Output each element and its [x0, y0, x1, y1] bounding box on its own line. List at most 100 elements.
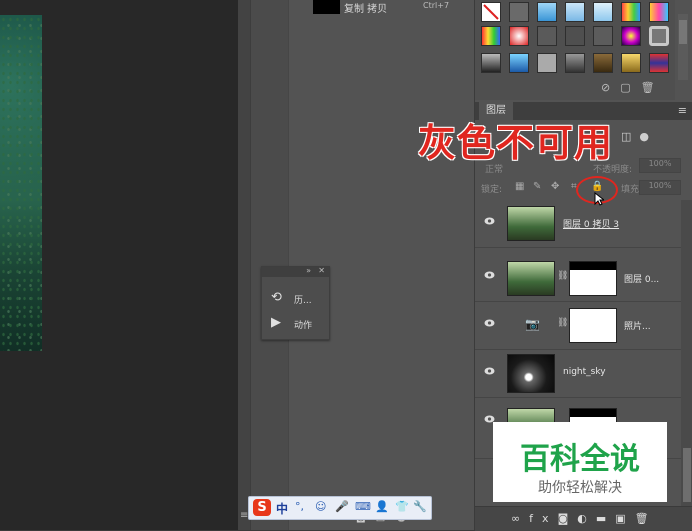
fill-input[interactable]: 100% — [639, 180, 681, 195]
ime-logo[interactable]: S — [253, 499, 271, 516]
ime-toolbar[interactable]: S 中 °, ☺ 🎤 ⌨ 👤 👕 🔧 — [248, 496, 432, 520]
clear-style-icon[interactable]: ⊘ — [601, 81, 620, 94]
wrench-icon[interactable]: 🔧 — [413, 500, 427, 513]
mask-link-icon[interactable]: ⛓ — [557, 271, 568, 281]
history-actions-mini-panel: » ✕ ⟲ 历... ▶ 动作 — [261, 266, 330, 340]
punctuation-icon[interactable]: °, — [295, 500, 304, 513]
group-folder-icon[interactable]: ▬ — [596, 512, 615, 525]
swatch[interactable] — [621, 2, 641, 22]
swatch[interactable] — [565, 2, 585, 22]
visibility-eye-icon[interactable] — [484, 217, 495, 225]
history-shortcut: Ctrl+7 — [423, 1, 450, 10]
panel-menu-icon[interactable]: ≡ — [678, 104, 687, 117]
swatch[interactable] — [649, 2, 669, 22]
layer-filter-icons: ◫● — [621, 130, 657, 143]
layer-row[interactable]: 📷 ⛓ 照片... — [475, 302, 681, 350]
layer-name[interactable]: night_sky — [563, 367, 606, 377]
swatch[interactable] — [537, 53, 557, 73]
layer-row[interactable]: 图层 0 拷贝 3 — [475, 200, 681, 248]
filter-smart-object-icon[interactable]: ◫ — [621, 130, 639, 143]
lock-move-icon[interactable]: ✥ — [551, 181, 559, 192]
fx-icon[interactable]: fx — [529, 512, 557, 525]
trash-icon[interactable]: 🗑 — [635, 512, 658, 525]
swatch[interactable] — [621, 26, 641, 46]
mini-panel-label: 历... — [294, 296, 312, 306]
swatch[interactable] — [509, 2, 529, 22]
lock-brush-icon[interactable]: ✎ — [533, 181, 541, 192]
mini-panel-item-actions[interactable]: ▶ 动作 — [262, 312, 329, 334]
swatch[interactable] — [565, 53, 585, 73]
swatch[interactable] — [649, 53, 669, 73]
styles-swatch-panel: ⊘▢🗑 — [475, 0, 675, 100]
layers-scroll-thumb[interactable] — [683, 448, 691, 502]
layer-mask-thumbnail[interactable] — [569, 308, 617, 343]
layer-thumbnail — [507, 206, 555, 241]
swatch[interactable] — [481, 53, 501, 73]
ime-mode-toggle[interactable]: 中 — [276, 500, 288, 517]
watermark-title: 百科全说 — [520, 442, 640, 477]
history-thumbnail — [313, 0, 340, 14]
layers-footer-icons: ∞fx◙◐▬▣🗑 — [511, 512, 658, 525]
keyboard-icon[interactable]: ⌨ — [355, 500, 371, 513]
visibility-eye-icon[interactable] — [484, 367, 495, 375]
swatch[interactable] — [509, 26, 529, 46]
layer-mask-thumbnail[interactable] — [569, 261, 617, 296]
swatch[interactable] — [509, 53, 529, 73]
emoji-icon[interactable]: ☺ — [315, 500, 326, 513]
swatch[interactable] — [621, 53, 641, 73]
close-icon[interactable]: ✕ — [318, 266, 325, 275]
layer-name[interactable]: 照片... — [624, 319, 651, 332]
microphone-icon[interactable]: 🎤 — [335, 500, 349, 513]
history-icon: ⟲ — [271, 290, 282, 305]
middle-panel-area — [288, 0, 475, 530]
collapsed-panel-dock — [250, 0, 289, 530]
document-canvas-area[interactable] — [0, 0, 238, 530]
swatch-footer-icons: ⊘▢🗑 — [601, 81, 665, 94]
no-style-icon — [483, 4, 499, 20]
lock-label: 锁定: — [481, 185, 503, 195]
layer-thumbnail — [507, 261, 555, 296]
visibility-eye-icon[interactable] — [484, 271, 495, 279]
swatch[interactable] — [537, 26, 557, 46]
history-state-label: 复制 拷贝 — [344, 4, 388, 15]
watermark-subtitle: 助你轻松解决 — [538, 480, 622, 496]
swatch[interactable] — [537, 2, 557, 22]
swatch[interactable] — [593, 26, 613, 46]
layer-row[interactable]: ⛓ 图层 0... — [475, 254, 681, 302]
layer-name[interactable]: 图层 0 拷贝 3 — [563, 217, 619, 230]
swatch[interactable] — [593, 2, 613, 22]
visibility-eye-icon[interactable] — [484, 319, 495, 327]
skin-shirt-icon[interactable]: 👕 — [395, 500, 409, 513]
swatch-none[interactable] — [481, 2, 501, 22]
swatch[interactable] — [593, 53, 613, 73]
swatch[interactable] — [649, 26, 669, 46]
layer-thumbnail — [507, 354, 555, 393]
annotation-text: 灰色不可用 — [418, 121, 614, 165]
user-icon[interactable]: 👤 — [375, 500, 389, 513]
canvas-image-preview[interactable] — [0, 15, 42, 351]
adjustment-layer-icon[interactable]: ◐ — [577, 512, 596, 525]
layer-name[interactable]: 图层 0... — [624, 272, 659, 285]
add-mask-icon[interactable]: ◙ — [558, 512, 578, 525]
mini-panel-item-history[interactable]: ⟲ 历... — [262, 287, 329, 309]
layer-row[interactable]: night_sky — [475, 350, 681, 398]
collapse-icon[interactable]: » — [306, 266, 311, 275]
swatch-scroll-thumb[interactable] — [679, 20, 687, 44]
lock-transparency-icon[interactable]: ▦ — [515, 181, 524, 192]
mask-link-icon[interactable]: ⛓ — [557, 318, 568, 328]
link-layers-icon[interactable]: ∞ — [511, 512, 529, 525]
play-icon: ▶ — [271, 315, 281, 330]
mouse-cursor-icon — [594, 192, 604, 206]
mini-panel-header[interactable]: » ✕ — [262, 266, 329, 277]
trash-icon[interactable]: 🗑 — [641, 81, 665, 94]
filter-toggle-icon[interactable]: ● — [639, 130, 657, 143]
swatch[interactable] — [481, 26, 501, 46]
new-layer-icon[interactable]: ▣ — [615, 512, 634, 525]
opacity-input[interactable]: 100% — [639, 158, 681, 173]
history-state-row[interactable]: 复制 拷贝 Ctrl+7 — [288, 0, 474, 16]
layers-footer: ∞fx◙◐▬▣🗑 — [475, 506, 692, 531]
panel-divider — [238, 0, 250, 530]
mini-panel-label: 动作 — [294, 321, 313, 331]
new-style-icon[interactable]: ▢ — [620, 81, 640, 94]
swatch[interactable] — [565, 26, 585, 46]
